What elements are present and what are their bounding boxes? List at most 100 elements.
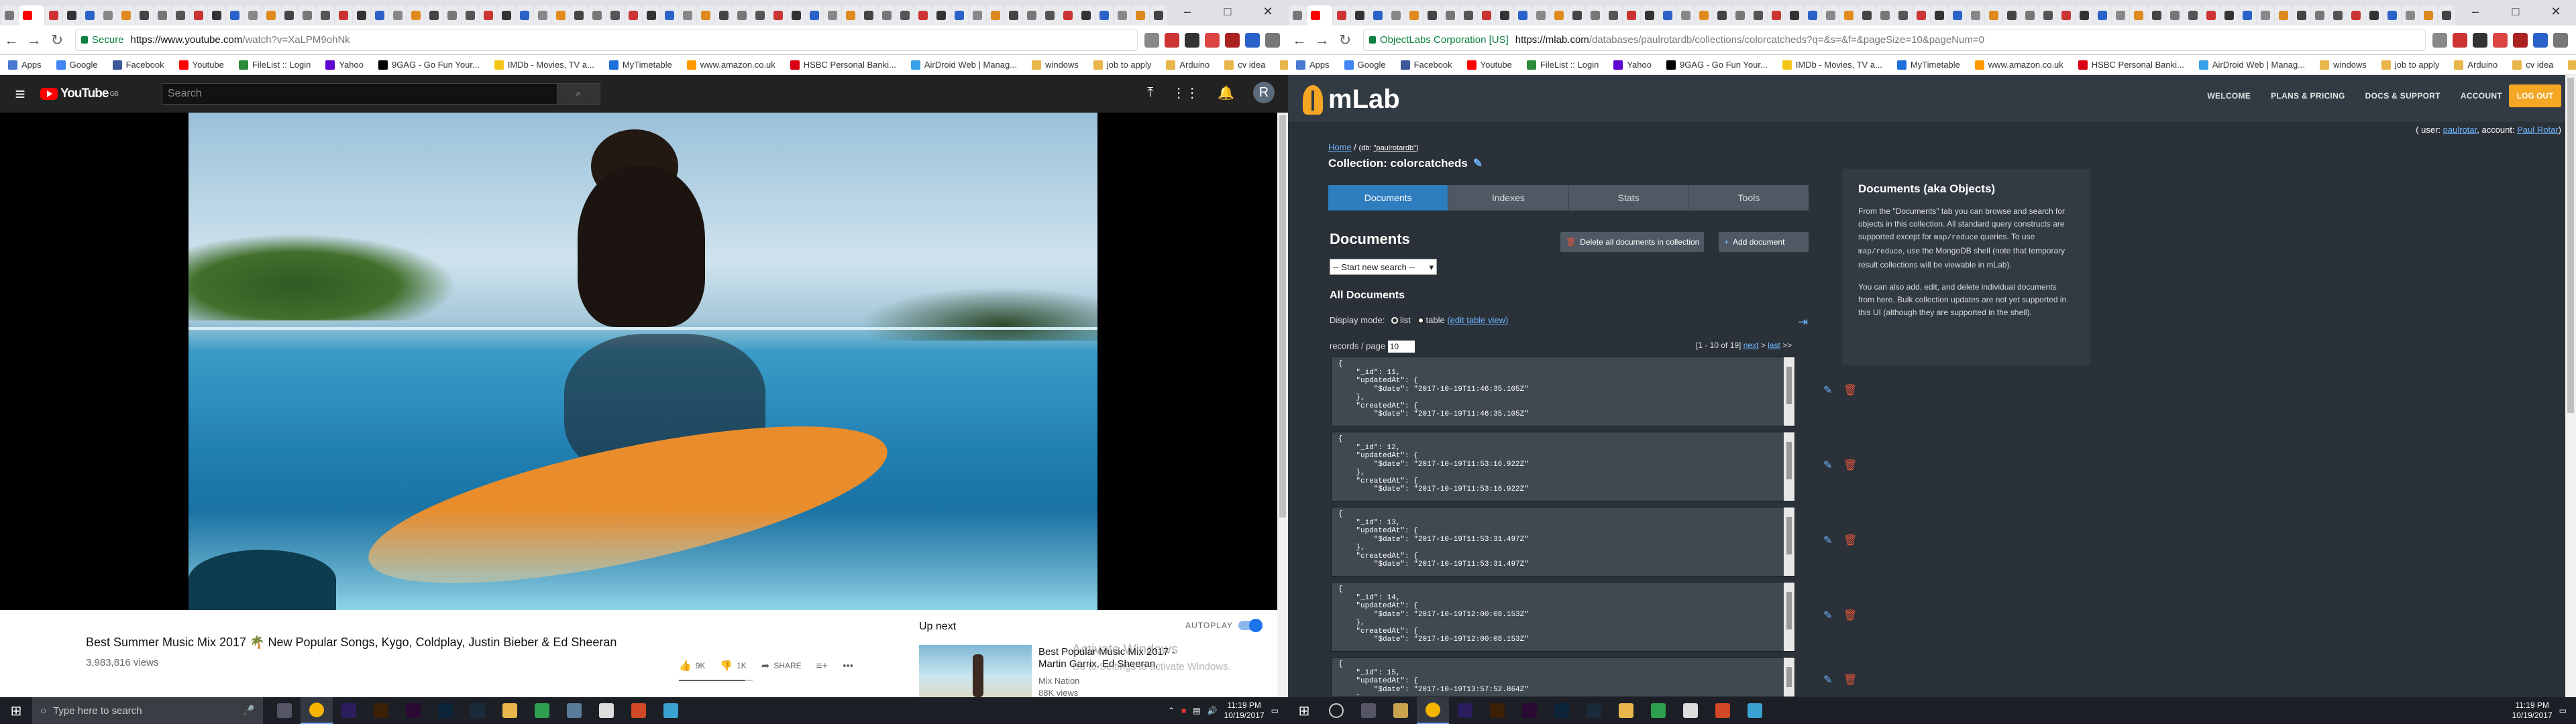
bookmark-item[interactable]: Yahoo xyxy=(1613,60,1652,70)
bookmark-item[interactable]: FileList :: Login xyxy=(1526,60,1599,70)
browser-tab[interactable] xyxy=(2275,5,2292,25)
minimize-icon[interactable]: – xyxy=(1167,0,1208,25)
adobe-premiere-icon[interactable] xyxy=(397,697,429,724)
browser-tab[interactable] xyxy=(914,5,932,25)
browser-tab[interactable] xyxy=(570,5,588,25)
powerpoint-icon[interactable] xyxy=(623,697,655,724)
browser-tab[interactable] xyxy=(2420,5,2437,25)
browser-tab[interactable] xyxy=(2076,5,2093,25)
notifications-icon[interactable]: ▭ xyxy=(1271,706,1279,715)
bookmark-item[interactable]: windows xyxy=(2320,60,2367,70)
search-icon[interactable]: ⌕ xyxy=(557,84,600,104)
tab-stats[interactable]: Stats xyxy=(1569,185,1689,210)
bookmark-item[interactable]: FileList :: Login xyxy=(238,60,311,70)
browser-tab[interactable] xyxy=(136,5,153,25)
bookmark-item[interactable]: www.amazon.co.uk xyxy=(686,60,775,70)
browser-tab[interactable] xyxy=(824,5,841,25)
browser-tab[interactable] xyxy=(987,5,1004,25)
adobe-lightroom-icon[interactable] xyxy=(462,697,494,724)
search-icon[interactable] xyxy=(1320,697,1352,724)
browser-tab[interactable] xyxy=(1768,5,1785,25)
browser-tab[interactable] xyxy=(2311,5,2328,25)
bookmark-item[interactable]: AirDroid Web | Manag... xyxy=(910,60,1017,70)
delete-document-icon[interactable]: 🗑 xyxy=(1843,459,1857,472)
browser-tab[interactable] xyxy=(1985,5,2002,25)
adobe-photoshop-icon[interactable] xyxy=(1546,697,1578,724)
video-frame[interactable] xyxy=(189,113,1097,610)
reload-icon[interactable]: ↻ xyxy=(46,32,68,49)
browser-tab[interactable] xyxy=(208,5,225,25)
radio-list[interactable] xyxy=(1391,317,1398,324)
browser-tab[interactable] xyxy=(932,5,950,25)
bookmark-item[interactable]: cv idea xyxy=(1224,60,1265,70)
browser-tab[interactable] xyxy=(1786,5,1803,25)
windows-start-icon[interactable]: ⊞ xyxy=(0,703,32,719)
browser-tab[interactable] xyxy=(2148,5,2165,25)
scrollbar-thumb[interactable] xyxy=(1786,592,1792,629)
windows-start-icon[interactable]: ⊞ xyxy=(1288,703,1320,719)
browser-tab[interactable] xyxy=(697,5,714,25)
browser-tab[interactable] xyxy=(2166,5,2184,25)
browser-tab[interactable] xyxy=(407,5,425,25)
like-button[interactable]: 👍 9K xyxy=(679,660,705,672)
browser-tab[interactable] xyxy=(1804,5,1821,25)
browser-tab[interactable] xyxy=(534,5,551,25)
scrollbar-thumb[interactable] xyxy=(1786,667,1792,687)
close-icon[interactable]: ✕ xyxy=(1248,0,1288,25)
browser-tab[interactable] xyxy=(2184,5,2202,25)
browser-tab[interactable] xyxy=(299,5,316,25)
browser-tab[interactable] xyxy=(806,5,823,25)
bookmark-item[interactable]: Apps xyxy=(8,60,42,70)
browser-tab[interactable] xyxy=(661,5,678,25)
browser-tab[interactable] xyxy=(1568,5,1586,25)
browser-tab[interactable] xyxy=(2329,5,2347,25)
tab-documents[interactable]: Documents xyxy=(1328,185,1449,210)
mail-icon[interactable] xyxy=(590,697,623,724)
app-icon[interactable] xyxy=(558,697,590,724)
edit-document-icon[interactable]: ✎ xyxy=(1823,673,1832,686)
nav-welcome[interactable]: WELCOME xyxy=(2207,91,2251,101)
browser-tab[interactable] xyxy=(1132,5,1149,25)
powerpoint-icon[interactable] xyxy=(1707,697,1739,724)
video-player[interactable] xyxy=(0,113,1277,610)
browser-tab[interactable] xyxy=(63,5,80,25)
browser-tab[interactable] xyxy=(516,5,533,25)
browser-tab[interactable] xyxy=(1442,5,1459,25)
bookmark-item[interactable]: windows xyxy=(1032,60,1079,70)
browser-tab[interactable] xyxy=(1478,5,1495,25)
document-scrollbar[interactable] xyxy=(1784,357,1794,426)
adobe-after-effects-icon[interactable] xyxy=(1449,697,1481,724)
document-item[interactable]: { "_id": 12, "updatedAt": { "$date": "20… xyxy=(1331,432,1795,501)
adobe-premiere-icon[interactable] xyxy=(1513,697,1546,724)
browser-tab[interactable] xyxy=(280,5,298,25)
browser-tab[interactable] xyxy=(1460,5,1477,25)
secure-indicator[interactable]: Secure xyxy=(81,34,124,46)
account-link[interactable]: Paul Rotar xyxy=(2517,125,2558,135)
bookmark-item[interactable]: Google xyxy=(56,60,98,70)
browser-tab[interactable] xyxy=(2021,5,2039,25)
browser-tab[interactable] xyxy=(226,5,244,25)
browser-tab[interactable] xyxy=(371,5,388,25)
dislike-button[interactable]: 👎 1K xyxy=(720,660,746,672)
adobe-lightroom-icon[interactable] xyxy=(1578,697,1610,724)
browser-tab[interactable] xyxy=(588,5,606,25)
browser-tab[interactable] xyxy=(1005,5,1022,25)
browser-tab[interactable] xyxy=(480,5,497,25)
bookmark-item[interactable]: MyTimetable xyxy=(1896,60,1960,70)
browser-tab[interactable] xyxy=(498,5,515,25)
browser-tab[interactable] xyxy=(643,5,660,25)
clock[interactable]: 11:19 PM 10/19/2017 xyxy=(1224,701,1265,721)
youtube-logo[interactable]: YouTube GB xyxy=(40,86,119,101)
more-actions-button[interactable]: ••• xyxy=(843,660,853,672)
browser-tab[interactable] xyxy=(81,5,99,25)
extension-icon[interactable] xyxy=(2533,32,2548,48)
app-icon[interactable] xyxy=(655,697,687,724)
browser-tab[interactable] xyxy=(1822,5,1839,25)
forward-icon[interactable]: → xyxy=(23,32,46,49)
browser-tab[interactable] xyxy=(443,5,461,25)
document-scrollbar[interactable] xyxy=(1784,432,1794,501)
extension-icon[interactable] xyxy=(1165,32,1179,48)
secure-indicator[interactable]: ObjectLabs Corporation [US] xyxy=(1369,34,1509,46)
browser-tab[interactable] xyxy=(733,5,751,25)
extension-icon[interactable] xyxy=(2513,32,2528,48)
